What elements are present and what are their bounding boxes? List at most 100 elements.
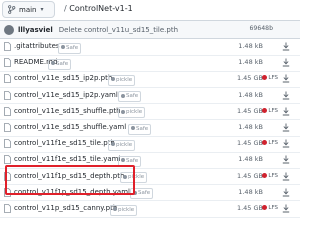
- file-size: 1.48 kB: [238, 42, 263, 50]
- file-size: 1.45 GB: [236, 106, 263, 115]
- file-icon: [4, 90, 11, 100]
- file-scan-label: pickle: [116, 76, 133, 83]
- file-scan-badge[interactable]: Safe: [128, 123, 152, 135]
- file-icon: [4, 204, 11, 213]
- commit-author[interactable]: lllyasviel: [18, 26, 53, 34]
- file-scan-badge[interactable]: Safe: [48, 58, 72, 70]
- lfs-label: LFS: [268, 172, 278, 179]
- file-icon: [4, 42, 11, 51]
- shield-icon: [131, 126, 135, 130]
- file-size: 1.45 GB: [236, 171, 263, 180]
- file-scan-badge[interactable]: pickle: [118, 107, 146, 119]
- file-scan-label: pickle: [116, 141, 133, 148]
- file-size: 1.48 kB: [238, 155, 263, 164]
- file-name[interactable]: .gitattributes: [14, 41, 60, 52]
- file-size: 1.48 kB: [238, 187, 263, 196]
- file-name[interactable]: control_v11p_sd15_canny.pth: [14, 203, 117, 214]
- file-scan-badge[interactable]: pickle: [110, 204, 138, 216]
- file-row[interactable]: .gitattributes Safe 1.48 kB: [0, 39, 300, 56]
- lfs-icon: [262, 172, 268, 178]
- lfs-icon: [262, 205, 268, 210]
- file-size: 1.48 kB: [238, 58, 263, 67]
- file-name[interactable]: control_v11f1e_sd15_tile.yaml: [14, 154, 120, 165]
- file-icon: [4, 106, 11, 116]
- file-row[interactable]: control_v11e_sd15_shuffle.yaml Safe 1.48 k…: [0, 120, 300, 137]
- file-scan-label: pickle: [126, 109, 143, 116]
- download-icon[interactable]: [282, 172, 290, 181]
- file-scan-label: Safe: [126, 93, 139, 100]
- shield-icon: [121, 93, 125, 98]
- download-icon[interactable]: [282, 42, 290, 51]
- shield-icon: [61, 45, 65, 49]
- file-row[interactable]: control_v11p_sd15_canny.pth pickle 1.45 GB…: [0, 201, 300, 218]
- download-icon[interactable]: [282, 58, 290, 67]
- file-scan-badge[interactable]: pickle: [108, 139, 136, 151]
- file-name[interactable]: control_v11f1e_sd15_tile.pth: [14, 138, 115, 149]
- file-row[interactable]: control_v11f1e_sd15_tile.pth pickle 1.45 G…: [0, 136, 300, 153]
- lfs-label: LFS: [268, 140, 278, 147]
- breadcrumb-repo[interactable]: ControlNet-v1-1: [69, 4, 132, 13]
- lfs-icon: [262, 107, 268, 113]
- file-name[interactable]: control_v11e_sd15_shuffle.pth: [14, 106, 121, 117]
- file-row[interactable]: control_v11e_sd15_ip2p.pth pickle 1.45 GB L…: [0, 71, 300, 88]
- file-scan-badge[interactable]: Safe: [58, 42, 82, 54]
- breadcrumb: / ControlNet-v1-1: [64, 2, 133, 16]
- shield-icon: [113, 207, 117, 211]
- file-icon: [4, 139, 11, 149]
- last-commit-row: lllyasviel Delete control_v11u_sd15_tile…: [0, 21, 300, 39]
- highlight-box: [5, 165, 135, 195]
- download-icon[interactable]: [282, 74, 290, 83]
- shield-icon: [121, 109, 125, 114]
- download-icon[interactable]: [282, 123, 290, 132]
- lfs-icon: [262, 75, 268, 81]
- shield-icon: [51, 61, 55, 66]
- shield-icon: [111, 142, 115, 147]
- download-icon[interactable]: [282, 139, 290, 148]
- file-row[interactable]: README.md Safe 1.48 kB: [0, 55, 300, 72]
- file-row[interactable]: control_v11e_sd15_shuffle.pth pickle 1.45 …: [0, 104, 300, 121]
- file-size: 1.45 GB: [236, 74, 263, 83]
- file-scan-label: Safe: [66, 44, 79, 51]
- download-icon[interactable]: [282, 107, 290, 116]
- file-scan-label: Safe: [138, 190, 151, 197]
- file-scan-label: Safe: [126, 157, 139, 164]
- download-icon[interactable]: [282, 91, 290, 100]
- lfs-label: LFS: [268, 205, 278, 211]
- lfs-badge: LFS: [262, 107, 278, 116]
- shield-icon: [111, 77, 115, 82]
- file-size: 1.45 GB: [236, 204, 263, 212]
- file-size: 1.48 kB: [238, 90, 263, 99]
- commit-sha[interactable]: 69648b: [250, 24, 273, 32]
- repo-header: main ▾ / ControlNet-v1-1: [0, 0, 300, 22]
- branch-selector[interactable]: main ▾: [2, 1, 55, 18]
- branch-icon: [8, 5, 16, 14]
- download-icon[interactable]: [282, 188, 290, 197]
- shield-icon: [121, 158, 125, 163]
- lfs-badge: LFS: [262, 74, 278, 83]
- branch-name: main: [19, 5, 37, 14]
- file-name[interactable]: control_v11e_sd15_shuffle.yaml: [14, 122, 126, 133]
- lfs-label: LFS: [268, 107, 278, 114]
- file-icon: [4, 123, 11, 132]
- file-row[interactable]: control_v11e_sd15_ip2p.yaml Safe 1.48 kB: [0, 88, 300, 105]
- lfs-badge: LFS: [262, 204, 278, 213]
- file-scan-label: Safe: [56, 60, 69, 67]
- lfs-badge: LFS: [262, 172, 278, 181]
- file-icon: [4, 58, 11, 68]
- file-scan-badge[interactable]: Safe: [118, 91, 142, 103]
- file-name[interactable]: control_v11e_sd15_ip2p.yaml: [14, 90, 118, 101]
- file-scan-badge[interactable]: pickle: [108, 74, 136, 86]
- commit-message[interactable]: Delete control_v11u_sd15_tile.pth: [59, 26, 178, 34]
- lfs-icon: [262, 140, 268, 146]
- file-name[interactable]: control_v11e_sd15_ip2p.pth: [14, 73, 112, 84]
- download-icon[interactable]: [282, 155, 290, 164]
- file-scan-label: Safe: [136, 125, 149, 132]
- file-size: 1.45 GB: [236, 139, 263, 148]
- lfs-label: LFS: [268, 75, 278, 82]
- file-size: 1.48 kB: [238, 123, 263, 131]
- file-icon: [4, 74, 11, 84]
- avatar[interactable]: [4, 24, 14, 35]
- download-icon[interactable]: [282, 204, 290, 213]
- file-scan-label: pickle: [118, 206, 135, 213]
- breadcrumb-separator: /: [64, 4, 67, 13]
